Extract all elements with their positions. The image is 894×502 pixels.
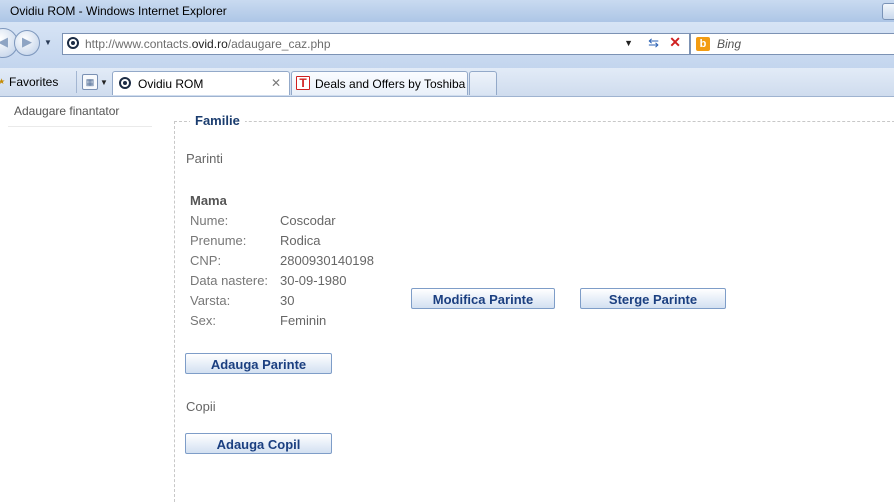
recent-pages-dropdown-icon[interactable]: ▼ (44, 38, 52, 47)
address-url[interactable]: http://www.contacts.ovid.ro/adaugare_caz… (85, 37, 331, 51)
field-label: CNP: (190, 253, 222, 268)
field-label: Prenume: (190, 233, 247, 248)
forward-button[interactable]: ▶ (14, 30, 40, 56)
field-label: Varsta: (190, 293, 231, 308)
sidebar-divider (8, 126, 152, 127)
tab-label: Ovidiu ROM (138, 77, 204, 91)
modify-parent-button[interactable]: Modifica Parinte (411, 288, 555, 309)
add-parent-button[interactable]: Adauga Parinte (185, 353, 332, 374)
field-label: Sex: (190, 313, 217, 328)
stop-icon[interactable]: ✕ (669, 34, 681, 51)
parent-role: Mama (190, 193, 227, 208)
search-box[interactable]: b Bing (690, 33, 894, 55)
field-label: Data nastere: (190, 273, 269, 288)
favorites-button[interactable]: Favorites (9, 75, 58, 89)
refresh-icon[interactable]: ⇆ (648, 35, 659, 51)
field-value: 30-09-1980 (280, 273, 347, 288)
new-tab-button[interactable] (469, 71, 497, 95)
navigation-bar: ◀ ▶ ▼ http://www.contacts.ovid.ro/adauga… (0, 22, 894, 68)
tab-ovidiu-rom[interactable]: Ovidiu ROM ✕ (112, 71, 290, 95)
tab-bar: ★ Favorites ▦ ▼ Ovidiu ROM ✕ T Deals and… (0, 68, 894, 97)
tab-label: Deals and Offers by Toshiba (315, 77, 466, 91)
tab-list-dropdown-icon[interactable]: ▼ (100, 78, 108, 87)
field-value: Coscodar (280, 213, 336, 228)
tab-deals-toshiba[interactable]: T Deals and Offers by Toshiba (291, 71, 468, 95)
add-child-button[interactable]: Adauga Copil (185, 433, 332, 454)
forward-arrow-icon: ▶ (22, 34, 32, 50)
field-value: 2800930140198 (280, 253, 374, 268)
site-favicon-icon (119, 77, 131, 89)
field-value: Feminin (280, 313, 327, 328)
children-heading: Copii (186, 399, 216, 414)
window-titlebar: Ovidiu ROM - Windows Internet Explorer (0, 0, 894, 23)
site-favicon-icon (67, 37, 79, 49)
field-value: 30 (280, 293, 295, 308)
field-label: Nume: (190, 213, 229, 228)
toshiba-icon: T (296, 76, 310, 90)
address-dropdown-icon[interactable]: ▼ (624, 38, 633, 48)
field-value: Rodica (280, 233, 321, 248)
back-arrow-icon: ◀ (0, 34, 8, 50)
address-bar[interactable]: http://www.contacts.ovid.ro/adaugare_caz… (62, 33, 690, 55)
window-title: Ovidiu ROM - Windows Internet Explorer (10, 4, 227, 18)
sidebar-item-adaugare-finantator[interactable]: Adaugare finantator (14, 104, 119, 118)
search-input[interactable]: Bing (717, 37, 741, 51)
section-title: Familie (190, 113, 245, 128)
bing-icon: b (696, 37, 710, 51)
quick-tabs-icon[interactable]: ▦ (82, 74, 98, 90)
parents-heading: Parinti (186, 151, 223, 166)
delete-parent-button[interactable]: Sterge Parinte (580, 288, 726, 309)
close-tab-icon[interactable]: ✕ (271, 76, 281, 90)
minimize-button[interactable] (882, 3, 894, 20)
favorites-star-icon: ★ (0, 77, 6, 86)
toolbar-divider (76, 71, 77, 93)
